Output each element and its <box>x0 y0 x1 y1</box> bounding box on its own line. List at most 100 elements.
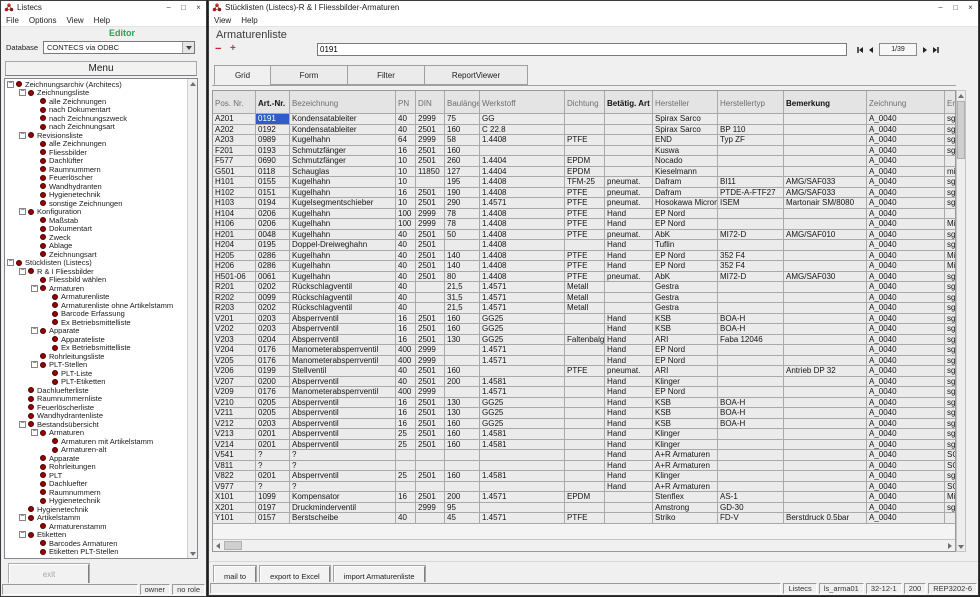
grid-cell[interactable] <box>784 419 867 430</box>
grid-cell[interactable] <box>605 293 653 304</box>
grid-cell[interactable]: 190 <box>445 188 480 199</box>
grid-cell[interactable]: 1.4581 <box>480 429 565 440</box>
column-header-bezeichnung[interactable]: Bezeichnung <box>290 91 396 114</box>
grid-cell[interactable]: A_0040 <box>867 219 945 230</box>
grid-cell[interactable]: GD-30 <box>718 503 784 514</box>
column-header-werkstoff[interactable]: Werkstoff <box>480 91 565 114</box>
grid-cell[interactable] <box>605 167 653 178</box>
grid-cell[interactable]: C 22.8 <box>480 125 565 136</box>
grid-cell[interactable]: 1.4408 <box>480 188 565 199</box>
grid-cell[interactable]: 0099 <box>256 293 290 304</box>
maximize-icon[interactable]: □ <box>176 1 191 14</box>
grid-cell[interactable]: A_0040 <box>867 377 945 388</box>
collapse-expander-icon[interactable]: − <box>19 268 26 275</box>
grid-cell[interactable]: EP Nord <box>653 219 718 230</box>
grid-cell[interactable]: 0205 <box>256 408 290 419</box>
grid-cell[interactable] <box>445 387 480 398</box>
grid-cell[interactable]: 0203 <box>256 324 290 335</box>
tree-item-armaturen[interactable]: −Armaturen <box>5 429 187 438</box>
tree-item-zweck[interactable]: Zweck <box>5 233 187 242</box>
grid-cell[interactable]: sg <box>945 377 956 388</box>
grid-cell[interactable]: Hand <box>605 482 653 493</box>
grid-cell[interactable]: 1.4571 <box>480 282 565 293</box>
grid-cell[interactable]: FD-V <box>718 513 784 524</box>
close-icon[interactable]: × <box>191 1 206 14</box>
grid-cell[interactable]: 2999 <box>416 387 445 398</box>
collapse-expander-icon[interactable]: − <box>7 81 14 88</box>
grid-cell[interactable]: 0193 <box>256 146 290 157</box>
grid-cell[interactable]: 16 <box>396 408 416 419</box>
tree-item-ablage[interactable]: Ablage <box>5 242 187 251</box>
grid-cell[interactable]: 1.4404 <box>480 156 565 167</box>
grid-cell[interactable]: KSB <box>653 408 718 419</box>
grid-cell[interactable] <box>718 366 784 377</box>
grid-cell[interactable]: 130 <box>445 408 480 419</box>
grid-cell[interactable] <box>565 377 605 388</box>
minimize-icon[interactable]: − <box>933 1 948 14</box>
grid-cell[interactable]: sg <box>945 440 956 451</box>
grid-cell[interactable]: Kugelhahn <box>290 272 396 283</box>
grid-cell[interactable]: BOA-H <box>718 398 784 409</box>
grid-cell[interactable] <box>565 240 605 251</box>
previous-record-button[interactable] <box>869 47 873 53</box>
grid-cell[interactable] <box>784 261 867 272</box>
grid-cell[interactable]: Druckminderventil <box>290 503 396 514</box>
grid-cell[interactable]: Gestra <box>653 303 718 314</box>
grid-cell[interactable]: 0203 <box>256 314 290 325</box>
grid-cell[interactable]: 2501 <box>416 251 445 262</box>
grid-cell[interactable]: Manometerabsperrventil <box>290 356 396 367</box>
grid-cell[interactable]: 10 <box>396 177 416 188</box>
grid-cell[interactable]: 0204 <box>256 335 290 346</box>
grid-cell[interactable] <box>784 324 867 335</box>
grid-cell[interactable]: 2501 <box>416 156 445 167</box>
grid-cell[interactable]: 2999 <box>416 209 445 220</box>
grid-cell[interactable] <box>718 167 784 178</box>
tree-item-hygienetechnik[interactable]: Hygienetechnik <box>5 505 187 514</box>
grid-cell[interactable]: sg <box>945 471 956 482</box>
combo-dropdown-button[interactable] <box>182 42 194 53</box>
grid-cell[interactable] <box>784 408 867 419</box>
grid-cell[interactable]: A201 <box>213 114 256 125</box>
grid-cell[interactable]: AS-1 <box>718 492 784 503</box>
grid-cell[interactable]: PTFE <box>565 219 605 230</box>
tree-item-st-cklisten-listecs[interactable]: −Stücklisten (Listecs) <box>5 259 187 268</box>
collapse-expander-icon[interactable]: − <box>19 514 26 521</box>
grid-cell[interactable]: 0989 <box>256 135 290 146</box>
grid-cell[interactable]: 0205 <box>256 398 290 409</box>
grid-cell[interactable]: Hand <box>605 335 653 346</box>
grid-cell[interactable]: PTDE-A-FTF27 <box>718 188 784 199</box>
grid-cell[interactable]: sg <box>945 324 956 335</box>
grid-cell[interactable] <box>480 450 565 461</box>
remove-record-icon[interactable]: − <box>215 43 221 55</box>
grid-cell[interactable]: EP Nord <box>653 345 718 356</box>
grid-cell[interactable]: Kugelhahn <box>290 135 396 146</box>
grid-cell[interactable]: 127 <box>445 167 480 178</box>
grid-cell[interactable] <box>480 503 565 514</box>
grid-cell[interactable]: BOA-H <box>718 408 784 419</box>
grid-cell[interactable] <box>416 282 445 293</box>
grid-cell[interactable]: Mi <box>945 261 956 272</box>
grid-cell[interactable]: 160 <box>445 125 480 136</box>
tree-item-feuerl-scher[interactable]: Feuerlöscher <box>5 174 187 183</box>
grid-cell[interactable]: sg <box>945 230 956 241</box>
grid-cell[interactable]: 0157 <box>256 513 290 524</box>
column-header-er[interactable]: Er <box>945 91 956 114</box>
grid-cell[interactable] <box>784 125 867 136</box>
grid-cell[interactable]: 2501 <box>416 146 445 157</box>
grid-cell[interactable]: 2999 <box>416 503 445 514</box>
tab-grid[interactable]: Grid <box>214 65 271 85</box>
grid-cell[interactable]: F577 <box>213 156 256 167</box>
tree-item-dokumentart[interactable]: Dokumentart <box>5 225 187 234</box>
grid-cell[interactable]: 25 <box>396 440 416 451</box>
grid-cell[interactable]: PTFE <box>565 251 605 262</box>
grid-cell[interactable]: EP Nord <box>653 261 718 272</box>
grid-cell[interactable]: Klinger <box>653 440 718 451</box>
grid-cell[interactable]: Dafram <box>653 177 718 188</box>
grid-cell[interactable]: EP Nord <box>653 209 718 220</box>
grid-cell[interactable]: Metall <box>565 293 605 304</box>
grid-cell[interactable]: sg <box>945 419 956 430</box>
grid-cell[interactable]: 11850 <box>416 167 445 178</box>
grid-cell[interactable]: Typ ZF <box>718 135 784 146</box>
grid-cell[interactable]: 160 <box>445 314 480 325</box>
maximize-icon[interactable]: □ <box>948 1 963 14</box>
